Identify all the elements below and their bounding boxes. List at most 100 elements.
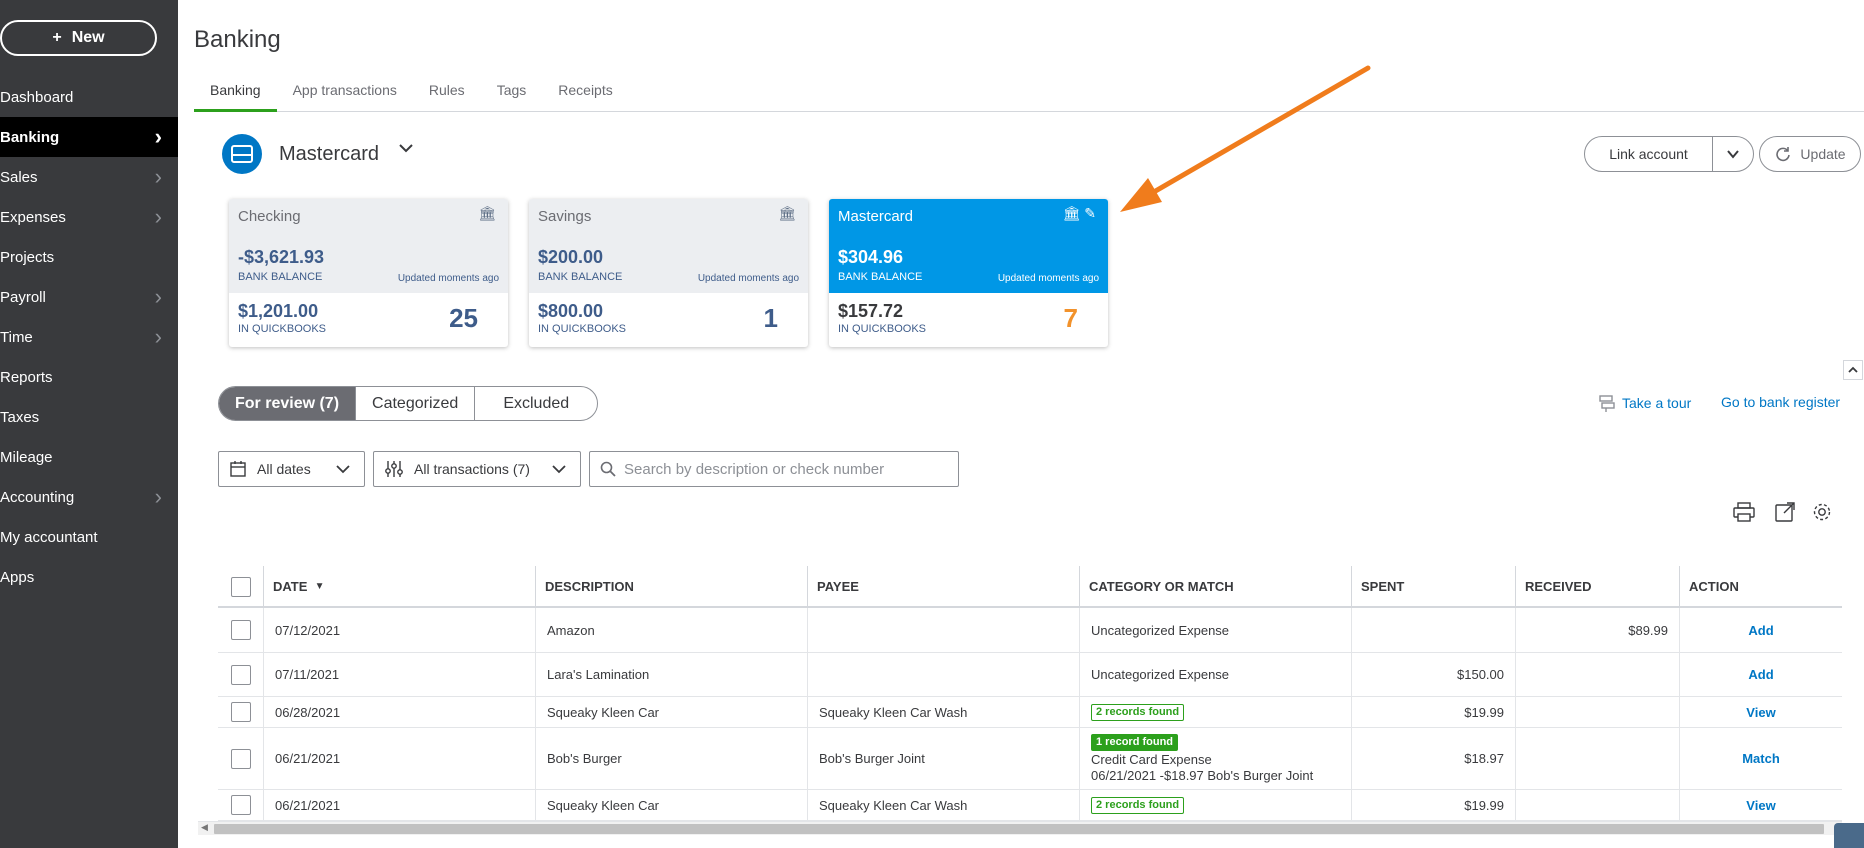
payee-cell[interactable]: Squeaky Kleen Car Wash [807, 697, 1079, 727]
sliders-icon [384, 460, 404, 478]
payee-cell[interactable]: Bob's Burger Joint [807, 728, 1079, 789]
scroll-left-arrow-icon[interactable]: ◀ [201, 822, 208, 833]
gear-icon[interactable] [1810, 500, 1834, 524]
sidebar-item-expenses[interactable]: Expenses › [0, 197, 178, 237]
match-line-1: Credit Card Expense [1091, 752, 1212, 767]
sidebar-item-payroll[interactable]: Payroll › [0, 277, 178, 317]
horizontal-scrollbar[interactable]: ◀ [198, 821, 1842, 835]
date-filter-dropdown[interactable]: All dates [218, 451, 365, 487]
column-header-date[interactable]: DATE ▼ [263, 566, 535, 607]
records-found-badge[interactable]: 2 records found [1091, 703, 1185, 721]
bank-icon: 🏛︎ ✎ [1062, 205, 1096, 221]
select-all-checkbox[interactable] [230, 576, 251, 597]
chevron-down-icon [550, 460, 568, 481]
sidebar-item-label: Expenses [0, 208, 66, 226]
sidebar-item-label: Reports [0, 368, 53, 386]
sidebar-item-label: Projects [0, 248, 55, 266]
card-account-name: Savings [538, 208, 592, 225]
category-match-cell[interactable]: 2 records found [1079, 697, 1351, 727]
chevron-down-icon[interactable] [398, 140, 414, 161]
signpost-icon [1599, 395, 1615, 412]
search-box [589, 451, 959, 487]
card-bank-section: Savings 🏛︎ $200.00 BANK BALANCE Updated mome… [529, 199, 808, 293]
column-header-action: ACTION [1679, 566, 1842, 607]
transaction-filter-dropdown[interactable]: All transactions (7) [373, 451, 581, 487]
sidebar-item-label: Apps [0, 568, 35, 586]
sidebar-item-apps[interactable]: Apps [0, 557, 178, 597]
print-icon[interactable] [1732, 500, 1756, 524]
card-bank-balance-label: BANK BALANCE [238, 271, 323, 283]
review-tab-for-review[interactable]: For review (7) [219, 387, 357, 420]
action-button[interactable]: View [1679, 790, 1842, 820]
new-button[interactable]: + New [0, 20, 157, 56]
tab-app-transactions[interactable]: App transactions [277, 78, 413, 112]
action-button[interactable]: View [1679, 697, 1842, 727]
link-account-dropdown[interactable] [1713, 137, 1753, 171]
update-button[interactable]: Update [1759, 136, 1861, 172]
page-title: Banking [194, 26, 281, 53]
take-a-tour-label: Take a tour [1622, 395, 1692, 411]
records-found-badge[interactable]: 2 records found [1091, 796, 1185, 814]
table-row[interactable]: 06/21/2021 Squeaky Kleen Car Squeaky Kleen… [218, 790, 1842, 821]
scrollbar-thumb[interactable] [214, 824, 1824, 834]
card-review-count: 1 [763, 303, 778, 333]
sidebar-item-mileage[interactable]: Mileage [0, 437, 178, 477]
card-bank-section: Mastercard 🏛︎ ✎ $304.96 BANK BALANCE Updated… [829, 199, 1108, 293]
action-button[interactable]: Match [1679, 728, 1842, 789]
table-row[interactable]: 07/11/2021 Lara's Lamination Uncategorized… [218, 653, 1842, 697]
sidebar-item-taxes[interactable]: Taxes [0, 397, 178, 437]
link-account-button[interactable]: Link account [1585, 137, 1713, 171]
category-match-cell[interactable]: 2 records found [1079, 790, 1351, 820]
go-to-bank-register-link[interactable]: Go to bank register [1721, 394, 1840, 410]
action-button[interactable]: Add [1679, 653, 1842, 696]
tab-rules[interactable]: Rules [413, 78, 481, 112]
search-input[interactable] [624, 460, 944, 478]
card-bank-section: Checking 🏛︎ -$3,621.93 BANK BALANCE Updated … [229, 199, 508, 293]
sidebar-item-reports[interactable]: Reports [0, 357, 178, 397]
category-match-cell[interactable]: 1 record found Credit Card Expense 06/21/2… [1079, 728, 1351, 789]
sidebar-item-label: Accounting [0, 488, 75, 506]
account-selector-name[interactable]: Mastercard [279, 143, 379, 166]
sidebar-item-projects[interactable]: Projects [0, 237, 178, 277]
description-cell: Squeaky Kleen Car [535, 697, 807, 727]
sidebar-item-accounting[interactable]: Accounting › [0, 477, 178, 517]
action-button[interactable]: Add [1679, 608, 1842, 652]
assistant-icon[interactable] [1834, 823, 1864, 848]
sidebar-item-dashboard[interactable]: Dashboard [0, 77, 178, 117]
take-a-tour-link[interactable]: Take a tour [1598, 394, 1691, 412]
sidebar-item-my-accountant[interactable]: My accountant [0, 517, 178, 557]
account-card-checking[interactable]: Checking 🏛︎ -$3,621.93 BANK BALANCE Updated … [229, 199, 508, 347]
tab-receipts[interactable]: Receipts [542, 78, 628, 112]
row-checkbox[interactable] [230, 748, 251, 769]
sidebar-item-time[interactable]: Time › [0, 317, 178, 357]
row-checkbox[interactable] [230, 702, 251, 722]
records-found-badge[interactable]: 1 record found [1091, 734, 1179, 751]
received-cell [1515, 728, 1679, 789]
tab-banking[interactable]: Banking [194, 78, 277, 112]
account-card-mastercard[interactable]: Mastercard 🏛︎ ✎ $304.96 BANK BALANCE Updated… [829, 199, 1108, 347]
category-cell[interactable]: Uncategorized Expense [1079, 653, 1351, 696]
table-row[interactable]: 07/12/2021 Amazon Uncategorized Expense $89… [218, 608, 1842, 653]
sidebar-item-sales[interactable]: Sales › [0, 157, 178, 197]
category-cell[interactable]: Uncategorized Expense [1079, 608, 1351, 652]
pencil-icon[interactable]: ✎ [1084, 205, 1096, 221]
row-checkbox[interactable] [230, 664, 251, 685]
account-card-savings[interactable]: Savings 🏛︎ $200.00 BANK BALANCE Updated mome… [529, 199, 808, 347]
chevron-right-icon: › [154, 164, 162, 189]
tab-tags[interactable]: Tags [481, 78, 543, 112]
sidebar-item-banking[interactable]: Banking › [0, 117, 178, 157]
export-icon[interactable] [1773, 500, 1797, 524]
review-tab-excluded[interactable]: Excluded [475, 387, 597, 420]
row-checkbox[interactable] [230, 620, 251, 640]
payee-cell[interactable] [807, 608, 1079, 652]
table-row[interactable]: 06/21/2021 Bob's Burger Bob's Burger Joint… [218, 728, 1842, 790]
payee-cell[interactable]: Squeaky Kleen Car Wash [807, 790, 1079, 820]
table-row[interactable]: 06/28/2021 Squeaky Kleen Car Squeaky Kleen… [218, 697, 1842, 728]
row-checkbox[interactable] [230, 795, 251, 815]
received-cell [1515, 697, 1679, 727]
payee-cell[interactable] [807, 653, 1079, 696]
review-tab-categorized[interactable]: Categorized [356, 387, 476, 420]
column-header-description: DESCRIPTION [535, 566, 807, 607]
collapse-chevron-up-icon[interactable] [1843, 360, 1863, 380]
column-header-payee: PAYEE [807, 566, 1079, 607]
